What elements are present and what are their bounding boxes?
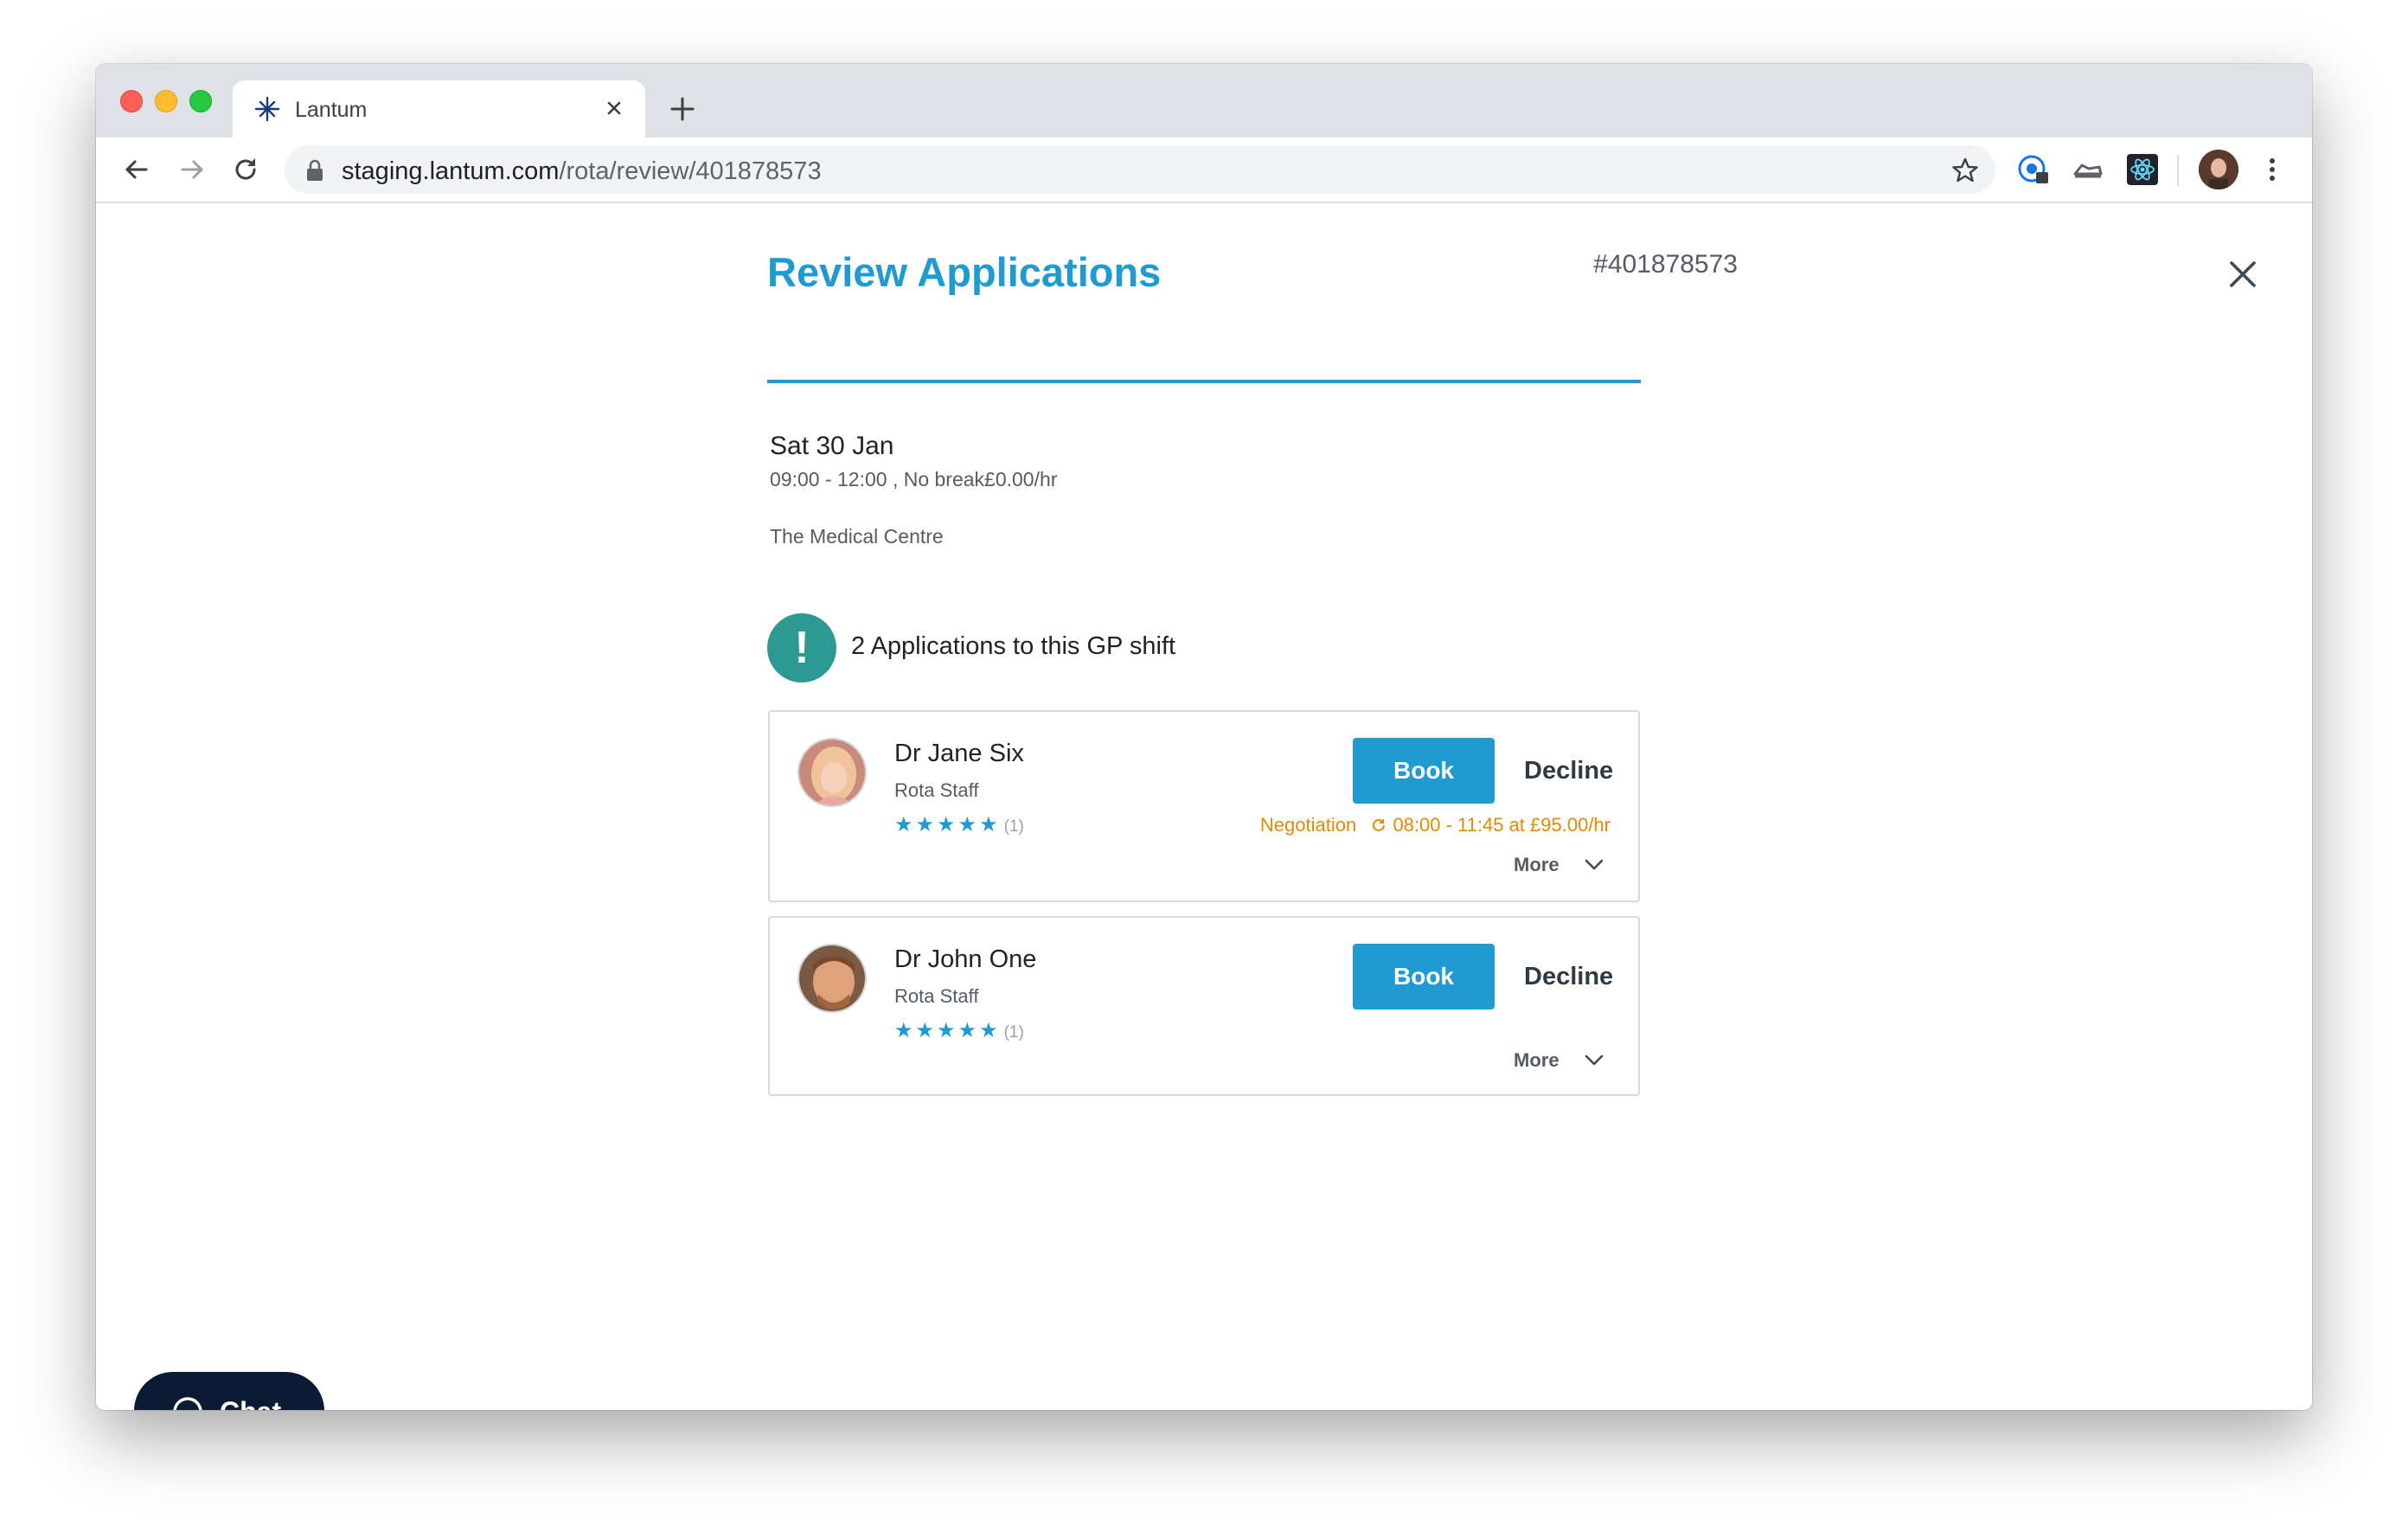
shift-time: 09:00 - 12:00 , No break£0.00/hr xyxy=(770,468,1058,490)
forward-arrow-icon[interactable] xyxy=(176,153,208,186)
reload-icon[interactable] xyxy=(229,153,262,186)
lock-icon xyxy=(307,159,323,181)
bookmark-star-icon[interactable] xyxy=(1950,156,1980,185)
applicant-photo-icon xyxy=(799,945,865,1011)
new-tab-icon[interactable] xyxy=(667,93,698,125)
extension-shoe-icon[interactable] xyxy=(2070,151,2106,188)
chat-bubble-icon xyxy=(173,1397,202,1410)
tab-close-icon[interactable] xyxy=(600,94,628,122)
applicant-name[interactable]: Dr John One xyxy=(894,945,1036,974)
profile-avatar[interactable] xyxy=(2199,150,2238,189)
more-toggle[interactable]: More xyxy=(1514,854,1559,876)
url-path: /rota/review/401878573 xyxy=(559,157,822,185)
avatar xyxy=(797,944,867,1013)
chevron-down-icon[interactable] xyxy=(1583,857,1605,873)
browser-window: Lantum staging.lantum.com/rota/review/40… xyxy=(96,64,2312,1410)
alert-icon: ! xyxy=(767,613,836,682)
shift-date: Sat 30 Jan xyxy=(770,432,894,460)
negotiation-info: Negotiation 08:00 - 11:45 at £95.00/hr xyxy=(1260,814,1611,836)
tab-title: Lantum xyxy=(295,98,368,122)
rating-stars-icon: ★★★★★ xyxy=(894,813,1001,836)
shift-id: #401878573 xyxy=(1593,250,1738,279)
password-extension-icon[interactable] xyxy=(2015,151,2052,188)
tab-lantum[interactable]: Lantum xyxy=(233,80,645,138)
applicant-photo-icon xyxy=(799,740,865,805)
negotiation-label: Negotiation xyxy=(1259,814,1357,836)
avatar xyxy=(797,738,867,807)
chevron-down-icon[interactable] xyxy=(1583,1053,1605,1068)
applicant-card: Dr Jane Six Rota Staff ★★★★★ (1) Book Dec… xyxy=(768,710,1640,902)
shift-location: The Medical Centre xyxy=(770,525,944,548)
negotiation-value: 08:00 - 11:45 at £95.00/hr xyxy=(1393,814,1611,836)
minimize-window-button[interactable] xyxy=(155,90,177,112)
react-devtools-icon[interactable] xyxy=(2124,151,2161,188)
applicant-role: Rota Staff xyxy=(894,985,979,1007)
rating-count: (1) xyxy=(1003,1023,1024,1041)
toolbar-separator xyxy=(2177,155,2179,186)
browser-toolbar: staging.lantum.com/rota/review/401878573 xyxy=(96,138,2312,203)
page-content: Review Applications #401878573 Sat 30 Ja… xyxy=(96,203,2312,1410)
address-bar[interactable]: staging.lantum.com/rota/review/401878573 xyxy=(285,145,1995,194)
url-text: staging.lantum.com/rota/review/401878573 xyxy=(342,157,822,186)
applicant-card: Dr John One Rota Staff ★★★★★ (1) Book Dec… xyxy=(768,916,1640,1096)
chat-label: Chat xyxy=(220,1396,281,1410)
applications-count: 2 Applications to this GP shift xyxy=(851,632,1176,660)
lantum-logo-icon xyxy=(254,96,280,122)
rating-stars-icon: ★★★★★ xyxy=(894,1019,1001,1042)
close-icon[interactable] xyxy=(2224,255,2262,293)
back-arrow-icon[interactable] xyxy=(120,153,153,186)
book-button[interactable]: Book xyxy=(1353,738,1495,804)
chat-button[interactable]: Chat xyxy=(134,1372,324,1410)
browser-menu-icon[interactable] xyxy=(2265,153,2279,186)
profile-avatar-icon xyxy=(2199,150,2238,189)
tab-strip: Lantum xyxy=(96,64,2312,138)
rating-count: (1) xyxy=(1003,817,1024,836)
negotiation-refresh-icon xyxy=(1373,818,1386,831)
url-host: staging.lantum.com xyxy=(342,157,560,185)
maximize-window-button[interactable] xyxy=(189,90,212,112)
book-button[interactable]: Book xyxy=(1353,944,1495,1009)
title-underline xyxy=(767,380,1641,383)
close-window-button[interactable] xyxy=(120,90,143,112)
star-rating: ★★★★★ (1) xyxy=(894,1018,1024,1043)
page-title: Review Applications xyxy=(767,249,1162,295)
decline-button[interactable]: Decline xyxy=(1524,963,1613,991)
decline-button[interactable]: Decline xyxy=(1524,757,1613,785)
more-toggle[interactable]: More xyxy=(1514,1049,1559,1072)
applicant-name[interactable]: Dr Jane Six xyxy=(894,740,1024,768)
star-rating: ★★★★★ (1) xyxy=(894,812,1024,837)
applicant-role: Rota Staff xyxy=(894,779,979,801)
